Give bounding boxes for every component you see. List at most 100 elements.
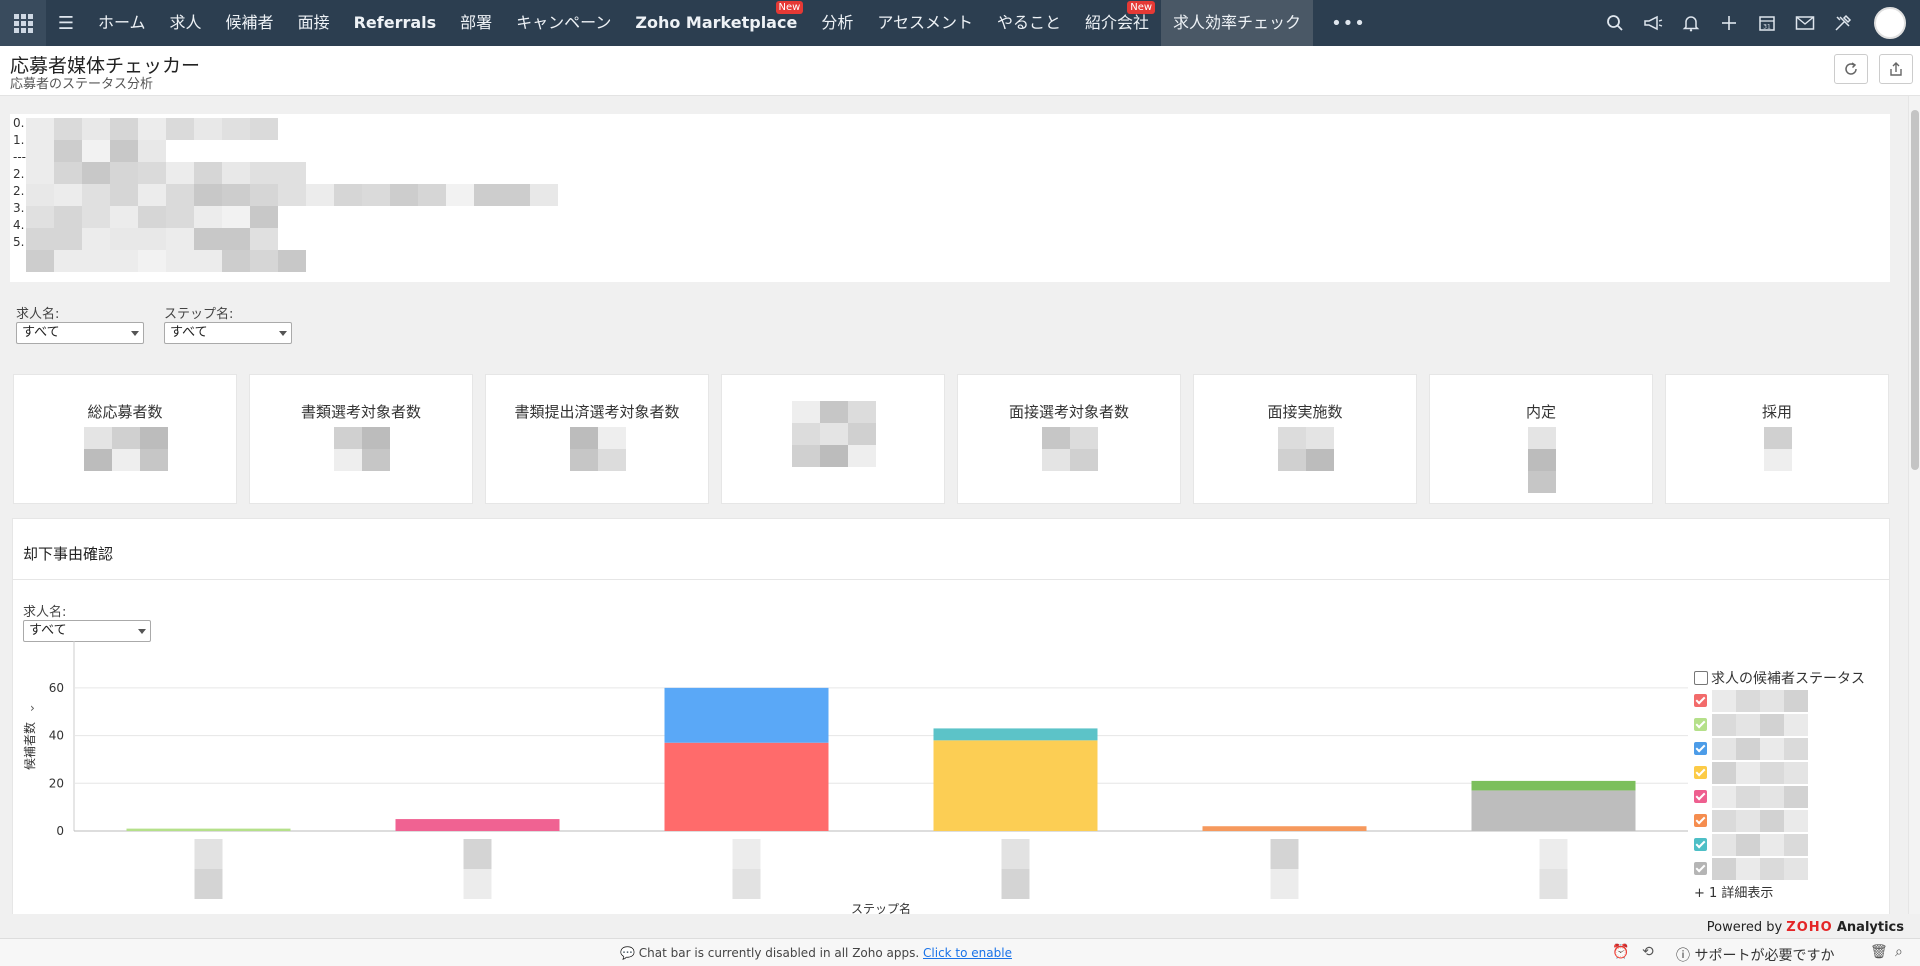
page-scrollbar[interactable] bbox=[1908, 96, 1920, 914]
redacted-legend-label bbox=[1784, 762, 1808, 784]
nav-item-10[interactable]: やること bbox=[985, 0, 1073, 46]
bar-segment bbox=[395, 819, 560, 831]
bar-segment bbox=[1471, 780, 1636, 791]
page-header: 応募者媒体チェッカー 応募者のステータス分析 bbox=[0, 46, 1920, 96]
enable-chat-link[interactable]: Click to enable bbox=[923, 946, 1012, 960]
redacted-legend-label bbox=[1736, 738, 1760, 760]
search-icon[interactable]: ⌕ bbox=[1895, 944, 1903, 960]
trash-icon[interactable]: 🗑 bbox=[1870, 944, 1888, 960]
bar-segment bbox=[1471, 790, 1636, 831]
redacted-legend-label bbox=[1736, 786, 1760, 808]
nav-item-5[interactable]: 部署 bbox=[448, 0, 504, 46]
megaphone-icon[interactable] bbox=[1634, 0, 1672, 46]
chevron-right-icon: › bbox=[30, 701, 35, 715]
redacted-category-label bbox=[732, 869, 761, 899]
redacted-category-label bbox=[463, 839, 492, 869]
redacted-category-label bbox=[194, 869, 223, 899]
y-tick-label: 40 bbox=[49, 729, 64, 743]
nav-item-7[interactable]: Zoho Marketplace New bbox=[623, 0, 809, 46]
nav-item-11[interactable]: 紹介会社 New bbox=[1073, 0, 1161, 46]
bar-segment bbox=[664, 742, 829, 831]
nav-item-12[interactable]: 求人効率チェック bbox=[1161, 0, 1314, 46]
redacted-category-label bbox=[732, 839, 761, 869]
redacted-legend-label bbox=[1760, 762, 1784, 784]
redacted-legend-label bbox=[1784, 858, 1808, 880]
legend-checkbox[interactable] bbox=[1694, 694, 1707, 707]
app-grid-icon[interactable] bbox=[0, 0, 46, 46]
legend-checkbox[interactable] bbox=[1694, 742, 1707, 755]
redacted-legend-label bbox=[1712, 690, 1736, 712]
nav-right-icons: 31 bbox=[1596, 0, 1920, 46]
nav-item-label: 紹介会社 bbox=[1085, 13, 1150, 32]
nav-item-0[interactable]: ホーム bbox=[86, 0, 158, 46]
nav-item-6[interactable]: キャンペーン bbox=[504, 0, 623, 46]
tools-icon[interactable] bbox=[1824, 0, 1862, 46]
alarm-icon[interactable]: ⏰ bbox=[1612, 944, 1629, 960]
top-nav: ☰ ホーム 求人 候補者 面接 Referrals 部署 キャンペーン Zoho Market… bbox=[0, 0, 1920, 46]
redacted-legend-label bbox=[1712, 762, 1736, 784]
legend-checkbox[interactable] bbox=[1694, 766, 1707, 779]
redacted-legend-label bbox=[1712, 714, 1736, 736]
bar-segment bbox=[126, 828, 291, 831]
redacted-category-label bbox=[194, 839, 223, 869]
redacted-legend-label bbox=[1712, 858, 1736, 880]
legend-checkbox[interactable] bbox=[1694, 814, 1707, 827]
nav-item-label: Referrals bbox=[353, 13, 437, 32]
nav-item-label: Zoho Marketplace bbox=[635, 13, 798, 32]
redacted-legend-label bbox=[1784, 834, 1808, 856]
calendar-icon[interactable]: 31 bbox=[1748, 0, 1786, 46]
redacted-category-label bbox=[1270, 839, 1299, 869]
redacted-legend-label bbox=[1712, 834, 1736, 856]
more-menu-icon[interactable]: ••• bbox=[1313, 13, 1384, 34]
plus-icon[interactable] bbox=[1710, 0, 1748, 46]
scrollbar-thumb[interactable] bbox=[1911, 110, 1919, 470]
redacted-legend-label bbox=[1736, 810, 1760, 832]
history-icon[interactable]: ⟲ bbox=[1642, 944, 1654, 960]
nav-item-label: 面接 bbox=[297, 13, 330, 32]
redacted-legend-label bbox=[1736, 834, 1760, 856]
redacted-legend-label bbox=[1760, 810, 1784, 832]
nav-item-label: 部署 bbox=[460, 13, 493, 32]
y-tick-label: 20 bbox=[49, 776, 64, 790]
redacted-legend-label bbox=[1736, 690, 1760, 712]
user-avatar[interactable] bbox=[1874, 7, 1906, 39]
legend-checkbox[interactable] bbox=[1694, 862, 1707, 875]
page-subtitle: 応募者のステータス分析 bbox=[10, 77, 154, 92]
redacted-legend-label bbox=[1736, 858, 1760, 880]
refresh-button[interactable] bbox=[1834, 54, 1868, 84]
nav-item-2[interactable]: 候補者 bbox=[214, 0, 286, 46]
hamburger-menu-icon[interactable]: ☰ bbox=[46, 13, 86, 34]
nav-item-3[interactable]: 面接 bbox=[286, 0, 342, 46]
x-axis-label: ステップ名 bbox=[851, 901, 911, 914]
chat-disabled-message: 💬 Chat bar is currently disabled in all … bbox=[620, 946, 1012, 960]
legend-checkbox[interactable] bbox=[1694, 838, 1707, 851]
nav-item-9[interactable]: アセスメント bbox=[865, 0, 985, 46]
support-button[interactable]: ⓘ サポートが必要ですか bbox=[1676, 945, 1834, 965]
legend-title[interactable]: 求人の候補者ステータス bbox=[1694, 668, 1865, 688]
chat-bubble-icon: 💬 bbox=[620, 946, 635, 960]
legend-checkbox[interactable] bbox=[1694, 790, 1707, 803]
new-badge: New bbox=[775, 1, 804, 14]
redacted-legend-label bbox=[1760, 834, 1784, 856]
dashboard-content: 0. 1. --- 2. 2. 3. 4. 5. 求人名: すべて ステップ名: すべて 総応… bbox=[0, 96, 1908, 914]
export-button[interactable] bbox=[1879, 54, 1913, 84]
checkbox-icon bbox=[1694, 671, 1708, 685]
redacted-category-label bbox=[463, 869, 492, 899]
nav-item-label: 求人効率チェック bbox=[1173, 13, 1302, 32]
share-icon bbox=[1890, 62, 1902, 76]
new-badge: New bbox=[1127, 1, 1156, 14]
mail-icon[interactable] bbox=[1786, 0, 1824, 46]
nav-item-1[interactable]: 求人 bbox=[158, 0, 214, 46]
search-icon[interactable] bbox=[1596, 0, 1634, 46]
refresh-icon bbox=[1845, 62, 1857, 75]
nav-item-4[interactable]: Referrals bbox=[342, 0, 449, 46]
legend-more-link[interactable]: + 1 詳細表示 bbox=[1694, 882, 1773, 901]
legend-checkbox[interactable] bbox=[1694, 718, 1707, 731]
bell-icon[interactable] bbox=[1672, 0, 1710, 46]
redacted-category-label bbox=[1001, 869, 1030, 899]
redacted-legend-label bbox=[1760, 786, 1784, 808]
redacted-legend-label bbox=[1760, 738, 1784, 760]
nav-item-8[interactable]: 分析 bbox=[809, 0, 865, 46]
chat-msg-text: Chat bar is currently disabled in all Zo… bbox=[638, 946, 920, 960]
redacted-category-label bbox=[1270, 869, 1299, 899]
